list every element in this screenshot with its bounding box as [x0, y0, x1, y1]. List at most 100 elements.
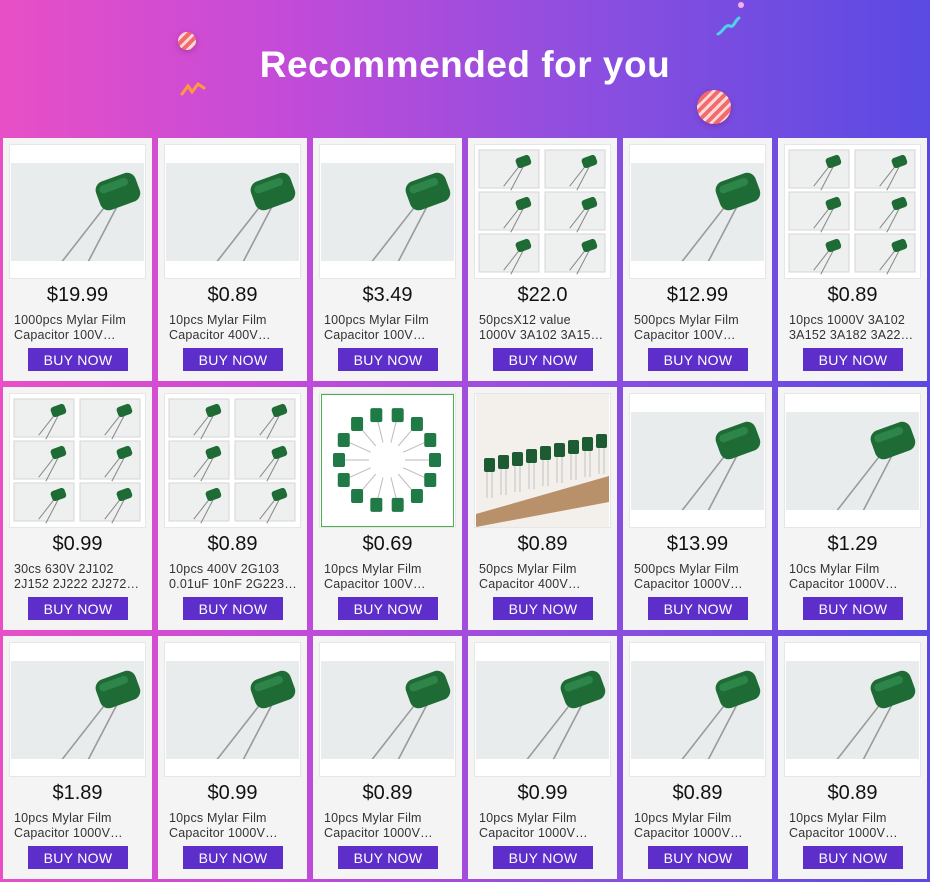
product-name[interactable]: 500pcs Mylar Film Capacitor 1000V 3A102J — [634, 562, 764, 592]
product-name[interactable]: 10pcs Mylar Film Capacitor 1000V 3A472J — [14, 811, 144, 841]
product-image[interactable] — [164, 144, 301, 279]
product-card[interactable]: $13.99 500pcs Mylar Film Capacitor 1000V… — [623, 387, 772, 630]
product-name[interactable]: 100pcs Mylar Film Capacitor 100V 2A473J … — [324, 313, 454, 343]
product-name[interactable]: 10pcs Mylar Film Capacitor 400V 2G103J 0… — [169, 313, 299, 343]
product-image[interactable] — [474, 642, 611, 777]
product-card[interactable]: $0.99 30cs 630V 2J102 2J152 2J222 2J272 … — [3, 387, 152, 630]
product-card[interactable]: $1.89 10pcs Mylar Film Capacitor 1000V 3… — [3, 636, 152, 879]
product-name[interactable]: 10pcs Mylar Film Capacitor 1000V 3A152J — [479, 811, 609, 841]
buy-now-button[interactable]: BUY NOW — [803, 597, 903, 620]
product-card[interactable]: $0.69 10pcs Mylar Film Capacitor 100V 2A… — [313, 387, 462, 630]
product-image[interactable] — [784, 642, 921, 777]
product-name[interactable]: 10pcs 1000V 3A102 3A152 3A182 3A222 3A27… — [789, 313, 919, 343]
striped-ball-decoration — [697, 90, 731, 124]
product-image[interactable] — [629, 144, 766, 279]
buy-now-button[interactable]: BUY NOW — [648, 348, 748, 371]
buy-now-button[interactable]: BUY NOW — [28, 846, 128, 869]
buy-now-button[interactable]: BUY NOW — [183, 348, 283, 371]
page-title: Recommended for you — [259, 44, 671, 85]
product-name[interactable]: 50pcs Mylar Film Capacitor 400V 2G472J 4… — [479, 562, 609, 592]
buy-now-button[interactable]: BUY NOW — [338, 846, 438, 869]
product-image[interactable] — [9, 642, 146, 777]
product-image[interactable] — [629, 393, 766, 528]
product-price: $0.89 — [517, 533, 568, 555]
buy-now-button[interactable]: BUY NOW — [803, 348, 903, 371]
header-banner: Recommended for you — [0, 0, 930, 138]
product-image[interactable] — [629, 642, 766, 777]
product-price: $0.99 — [52, 533, 103, 555]
buy-now-button[interactable]: BUY NOW — [338, 597, 438, 620]
product-card[interactable]: $22.0 50pcsX12 value 1000V 3A102 3A152 3… — [468, 138, 617, 381]
product-card[interactable]: $0.89 10pcs Mylar Film Capacitor 1000V 3… — [778, 636, 927, 879]
product-name[interactable]: 10pcs 400V 2G103 0.01uF 10nF 2G223 0.022… — [169, 562, 299, 592]
product-card[interactable]: $0.99 10pcs Mylar Film Capacitor 1000V 3… — [468, 636, 617, 879]
product-price: $3.49 — [362, 284, 413, 306]
buy-now-button[interactable]: BUY NOW — [28, 597, 128, 620]
product-price: $0.69 — [362, 533, 413, 555]
product-name[interactable]: 10pcs Mylar Film Capacitor 100V 2A103J 0… — [324, 562, 454, 592]
buy-now-button[interactable]: BUY NOW — [648, 846, 748, 869]
buy-now-button[interactable]: BUY NOW — [493, 597, 593, 620]
product-card[interactable]: $0.89 10pcs Mylar Film Capacitor 1000V 3… — [313, 636, 462, 879]
buy-now-button[interactable]: BUY NOW — [493, 348, 593, 371]
capacitor-photo — [786, 411, 919, 510]
buy-now-button[interactable]: BUY NOW — [338, 348, 438, 371]
product-name[interactable]: 1000pcs Mylar Film Capacitor 100V 2A102J… — [14, 313, 144, 343]
capacitor-photo — [631, 660, 764, 759]
buy-now-button[interactable]: BUY NOW — [183, 597, 283, 620]
buy-now-button[interactable]: BUY NOW — [493, 846, 593, 869]
product-card[interactable]: $0.99 10pcs Mylar Film Capacitor 1000V 3… — [158, 636, 307, 879]
product-price: $0.89 — [827, 782, 878, 804]
product-price: $12.99 — [666, 284, 729, 306]
buy-now-button[interactable]: BUY NOW — [183, 846, 283, 869]
capacitor-variety-photo — [477, 148, 608, 275]
product-price: $19.99 — [46, 284, 109, 306]
product-image[interactable] — [474, 393, 611, 528]
capacitor-variety-photo — [167, 397, 298, 524]
capacitor-photo — [631, 162, 764, 261]
product-card[interactable]: $0.89 10pcs 400V 2G103 0.01uF 10nF 2G223… — [158, 387, 307, 630]
product-grid: $19.99 1000pcs Mylar Film Capacitor 100V… — [3, 138, 927, 879]
capacitor-variety-photo — [12, 397, 143, 524]
product-name[interactable]: 10pcs Mylar Film Capacitor 1000V 3A472J — [324, 811, 454, 841]
capacitor-photo — [11, 162, 144, 261]
product-image[interactable] — [9, 144, 146, 279]
product-image[interactable] — [9, 393, 146, 528]
product-price: $0.89 — [207, 284, 258, 306]
product-card[interactable]: $0.89 10pcs 1000V 3A102 3A152 3A182 3A22… — [778, 138, 927, 381]
buy-now-button[interactable]: BUY NOW — [28, 348, 128, 371]
capacitor-photo — [11, 660, 144, 759]
product-name[interactable]: 10pcs Mylar Film Capacitor 1000V 3A332J — [169, 811, 299, 841]
capacitor-photo — [631, 411, 764, 510]
product-card[interactable]: $3.49 100pcs Mylar Film Capacitor 100V 2… — [313, 138, 462, 381]
product-name[interactable]: 10pcs Mylar Film Capacitor 1000V 3A272J — [789, 811, 919, 841]
product-name[interactable]: 30cs 630V 2J102 2J152 2J222 2J272 2J332 — [14, 562, 144, 592]
product-card[interactable]: $19.99 1000pcs Mylar Film Capacitor 100V… — [3, 138, 152, 381]
product-card[interactable]: $12.99 500pcs Mylar Film Capacitor 100V … — [623, 138, 772, 381]
product-price: $0.89 — [207, 533, 258, 555]
product-image[interactable] — [784, 144, 921, 279]
product-card[interactable]: $0.89 50pcs Mylar Film Capacitor 400V 2G… — [468, 387, 617, 630]
product-image[interactable] — [319, 393, 456, 528]
product-price: $0.89 — [672, 782, 723, 804]
capacitor-photo — [166, 162, 299, 261]
product-name[interactable]: 50pcsX12 value 1000V 3A102 3A152 3A222 3… — [479, 313, 609, 343]
product-image[interactable] — [164, 642, 301, 777]
product-image[interactable] — [474, 144, 611, 279]
squiggle-decoration — [716, 16, 741, 36]
product-card[interactable]: $0.89 10pcs Mylar Film Capacitor 400V 2G… — [158, 138, 307, 381]
product-card[interactable]: $0.89 10pcs Mylar Film Capacitor 1000V 3… — [623, 636, 772, 879]
product-card[interactable]: $1.29 10cs Mylar Film Capacitor 1000V 3A… — [778, 387, 927, 630]
product-price: $0.89 — [362, 782, 413, 804]
product-image[interactable] — [319, 144, 456, 279]
product-image[interactable] — [164, 393, 301, 528]
product-name[interactable]: 10cs Mylar Film Capacitor 1000V 3A222J — [789, 562, 919, 592]
buy-now-button[interactable]: BUY NOW — [803, 846, 903, 869]
product-price: $0.99 — [207, 782, 258, 804]
product-price: $0.99 — [517, 782, 568, 804]
product-name[interactable]: 10pcs Mylar Film Capacitor 1000V 3A182J — [634, 811, 764, 841]
buy-now-button[interactable]: BUY NOW — [648, 597, 748, 620]
product-image[interactable] — [319, 642, 456, 777]
product-name[interactable]: 500pcs Mylar Film Capacitor 100V 2A104J … — [634, 313, 764, 343]
product-image[interactable] — [784, 393, 921, 528]
